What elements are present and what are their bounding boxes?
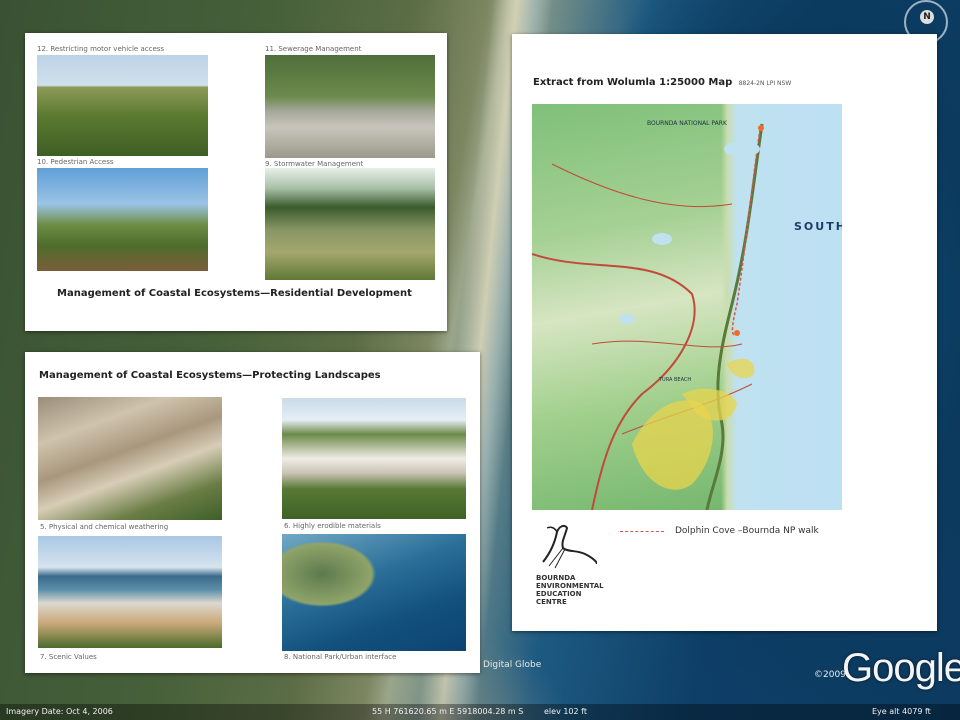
elevation-readout: elev 102 ft [544, 707, 587, 716]
imagery-date: Imagery Date: Oct 4, 2006 [6, 707, 113, 716]
photo-scenic [38, 536, 222, 648]
map-extract-panel: Extract from Wolumla 1:25000 Map 8824-2N… [512, 34, 937, 631]
caption-scenic: 7. Scenic Values [40, 653, 97, 661]
caption-weathering: 5. Physical and chemical weathering [40, 523, 169, 531]
caption-sewerage: 11. Sewerage Management [265, 45, 362, 53]
centre-name-line-2: ENVIRONMENTAL [536, 582, 604, 590]
status-bar: Imagery Date: Oct 4, 2006 55 H 761620.65… [0, 704, 960, 720]
caption-stormwater: 9. Stormwater Management [265, 160, 364, 168]
caption-erodible: 6. Highly erodible materials [284, 522, 381, 530]
legend-text: Dolphin Cove –Bournda NP walk [675, 526, 819, 536]
photo-stormwater [265, 168, 435, 280]
photo-pedestrian [37, 168, 208, 271]
google-logo: Google [842, 646, 960, 690]
photo-sewerage [265, 55, 435, 158]
centre-name-line-1: BOURNDA [536, 574, 576, 582]
residential-title: Management of Coastal Ecosystems—Residen… [57, 288, 412, 299]
north-icon[interactable]: N [920, 10, 934, 24]
map-title: Extract from Wolumla 1:25000 Map 8824-2N… [533, 77, 791, 88]
topographic-map: BOURNDA NATIONAL PARK SOUTH TURA BEACH [532, 104, 842, 510]
eye-altitude-readout: Eye alt 4079 ft [872, 707, 931, 716]
map-label-beach: TURA BEACH [659, 377, 692, 383]
photo-restricting-vehicle [37, 55, 208, 156]
map-label-sea: SOUTH [794, 220, 842, 233]
centre-name-line-4: CENTRE [536, 598, 567, 606]
centre-name: BOURNDA ENVIRONMENTAL EDUCATION CENTRE [536, 574, 604, 606]
photo-weathering [38, 397, 222, 520]
caption-pedestrian: 10. Pedestrian Access [37, 158, 114, 166]
residential-development-panel: 12. Restricting motor vehicle access 11.… [25, 33, 447, 331]
map-subtitle: 8824-2N LPI NSW [738, 80, 792, 87]
caption-restricting-vehicle: 12. Restricting motor vehicle access [37, 45, 165, 53]
photo-erodible [282, 398, 466, 519]
brolga-logo-icon [542, 524, 597, 569]
coordinates-readout: 55 H 761620.65 m E 5918004.28 m S [372, 707, 524, 716]
caption-national-park: 8. National Park/Urban interface [284, 653, 397, 661]
legend-line [620, 531, 664, 532]
landscapes-title: Management of Coastal Ecosystems—Protect… [39, 370, 381, 381]
digital-globe-credit: Digital Globe [483, 660, 542, 670]
centre-name-line-3: EDUCATION [536, 590, 582, 598]
map-drawing [532, 123, 764, 510]
map-label-park: BOURNDA NATIONAL PARK [647, 120, 727, 127]
protecting-landscapes-panel: Management of Coastal Ecosystems—Protect… [25, 352, 480, 673]
map-title-text: Extract from Wolumla 1:25000 Map [533, 77, 733, 88]
photo-national-park [282, 534, 466, 651]
